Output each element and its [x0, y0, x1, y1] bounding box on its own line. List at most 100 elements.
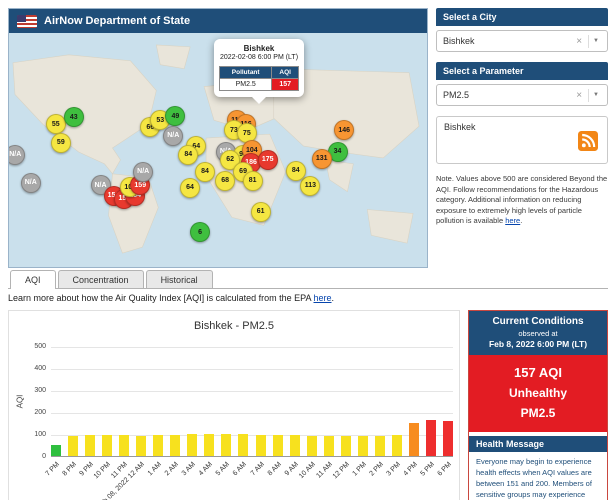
x-tick-label: 5 AM — [215, 461, 231, 477]
x-tick-label: 2 AM — [164, 461, 180, 477]
x-tick-label: 4 AM — [198, 461, 214, 477]
chevron-down-icon[interactable]: ▼ — [591, 92, 601, 98]
app-title: AirNow Department of State — [44, 15, 190, 27]
chart-bar[interactable] — [187, 434, 197, 456]
us-flag-icon — [17, 15, 37, 28]
map-marker[interactable]: 113 — [300, 176, 320, 196]
y-tick-label: 300 — [20, 387, 46, 394]
select-divider — [588, 89, 589, 102]
rss-icon[interactable] — [578, 131, 598, 151]
learn-more-text: Learn more about how the Air Quality Ind… — [8, 293, 314, 303]
learn-more-line: Learn more about how the Air Quality Ind… — [8, 293, 608, 303]
x-tick-label: 8 PM — [61, 461, 78, 478]
chart-bar[interactable] — [409, 423, 419, 456]
chart-bar[interactable] — [204, 434, 214, 456]
current-conditions-title: Current Conditions — [473, 316, 603, 327]
chart-bar[interactable] — [392, 435, 402, 456]
chart-bar[interactable] — [170, 435, 180, 456]
map-marker[interactable]: 43 — [64, 107, 84, 127]
x-tick-label: 3 PM — [385, 461, 402, 478]
tab-aqi[interactable]: AQI — [10, 270, 56, 289]
gridline — [51, 369, 453, 370]
sidebar-note-link[interactable]: here — [505, 216, 520, 225]
chart-bar[interactable] — [68, 436, 78, 456]
map-marker[interactable]: N/A — [133, 162, 153, 182]
plot-area: 0100200300400500 7 PM8 PM9 PM10 PM11 PMT… — [51, 347, 453, 457]
x-tick-label: 7 PM — [44, 461, 61, 478]
city-select-value: Bishkek — [443, 36, 572, 46]
map-marker[interactable]: N/A — [21, 173, 41, 193]
y-tick-label: 400 — [20, 365, 46, 372]
gridline — [51, 391, 453, 392]
x-tick-label: 12 PM — [331, 461, 350, 480]
x-tick-label: 6 PM — [436, 461, 453, 478]
chart-bar[interactable] — [324, 436, 334, 456]
map-marker[interactable]: 84 — [195, 162, 215, 182]
y-tick-label: 200 — [20, 409, 46, 416]
chart-bar[interactable] — [375, 436, 385, 456]
world-map[interactable]: Bishkek 2022-02-08 6:00 PM (LT) Pollutan… — [9, 33, 427, 267]
chart-bar[interactable] — [136, 436, 146, 456]
chart-panel: Bishkek - PM2.5 AQI 0100200300400500 7 P… — [8, 310, 460, 500]
sidebar: Select a City Bishkek × ▼ Select a Param… — [436, 8, 608, 227]
gridline — [51, 413, 453, 414]
chart-bar[interactable] — [119, 435, 129, 456]
map-marker[interactable]: 84 — [286, 161, 306, 181]
map-marker[interactable]: 146 — [334, 120, 354, 140]
health-message-text: Everyone may begin to experience health … — [469, 452, 607, 500]
chart-bar[interactable] — [221, 434, 231, 456]
map-header: AirNow Department of State — [9, 9, 427, 33]
map-marker[interactable]: N/A — [163, 126, 183, 146]
gridline — [51, 347, 453, 348]
chart-bar[interactable] — [443, 421, 453, 456]
clear-parameter-icon[interactable]: × — [572, 90, 586, 101]
map-marker[interactable]: 59 — [51, 133, 71, 153]
select-parameter-header: Select a Parameter — [436, 62, 608, 80]
chart-bar[interactable] — [358, 436, 368, 456]
x-tick-label: 4 PM — [402, 461, 419, 478]
map-marker[interactable]: 6 — [190, 222, 210, 242]
chart-bar[interactable] — [256, 435, 266, 456]
map-marker[interactable]: 81 — [243, 171, 263, 191]
x-tick-label: 10 PM — [93, 461, 112, 480]
chart-bar[interactable] — [307, 436, 317, 456]
map-marker[interactable]: 49 — [165, 106, 185, 126]
popup-datetime: 2022-02-08 6:00 PM (LT) — [219, 54, 299, 63]
chart-bar[interactable] — [51, 445, 61, 456]
chart-bar[interactable] — [153, 435, 163, 456]
map-marker[interactable]: 64 — [180, 178, 200, 198]
page: AirNow Department of State Bishkek 2022-… — [0, 0, 616, 500]
chart-bar[interactable] — [238, 434, 248, 456]
chart-bar[interactable] — [273, 435, 283, 456]
x-tick-label: 1 PM — [351, 461, 368, 478]
aqi-category: Unhealthy — [473, 386, 603, 400]
aqi-value: 157 AQI — [473, 365, 603, 380]
map-marker[interactable]: 131 — [312, 149, 332, 169]
tab-historical[interactable]: Historical — [146, 270, 213, 288]
map-marker[interactable]: 61 — [251, 202, 271, 222]
y-tick-label: 100 — [20, 431, 46, 438]
observed-datetime: Feb 8, 2022 6:00 PM (LT) — [473, 339, 603, 349]
chart-bar[interactable] — [85, 435, 95, 456]
chart-bar[interactable] — [341, 436, 351, 456]
chevron-down-icon[interactable]: ▼ — [591, 38, 601, 44]
popup-city: Bishkek — [219, 44, 299, 53]
popup-col-aqi: AQI — [272, 66, 299, 78]
popup-col-pollutant: Pollutant — [220, 66, 272, 78]
x-tick-label: 10 AM — [298, 461, 317, 480]
aqi-pollutant: PM2.5 — [473, 406, 603, 420]
observed-at-label: observed at — [473, 329, 603, 338]
learn-more-link[interactable]: here — [314, 293, 332, 303]
sidebar-note: Note. Values above 500 are considered Be… — [436, 174, 608, 227]
map-marker[interactable]: 84 — [178, 145, 198, 165]
tab-concentration[interactable]: Concentration — [58, 270, 144, 288]
map-marker[interactable]: 68 — [215, 171, 235, 191]
chart-bar[interactable] — [102, 435, 112, 456]
city-select[interactable]: Bishkek × ▼ — [436, 30, 608, 52]
clear-city-icon[interactable]: × — [572, 36, 586, 47]
chart-bar[interactable] — [426, 420, 436, 456]
parameter-select[interactable]: PM2.5 × ▼ — [436, 84, 608, 106]
chart-bar[interactable] — [290, 435, 300, 456]
rss-feed-box: Bishkek — [436, 116, 608, 164]
map-marker[interactable]: 175 — [258, 150, 278, 170]
